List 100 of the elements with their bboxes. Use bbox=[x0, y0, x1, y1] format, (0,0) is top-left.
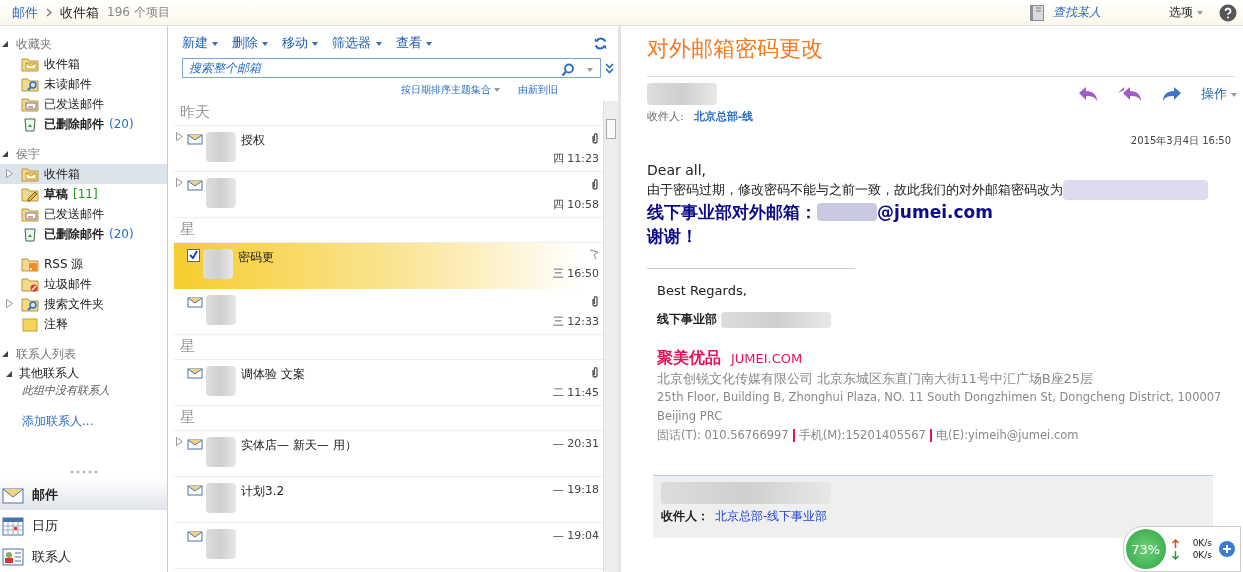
folder-item[interactable]: 注释 bbox=[0, 314, 167, 334]
actions-menu[interactable]: 操作 bbox=[1200, 85, 1237, 103]
group-title: 联系人列表 bbox=[16, 345, 76, 363]
message-row[interactable]: 计划3.2 — 19:18 bbox=[174, 477, 603, 523]
search-icon[interactable] bbox=[561, 63, 575, 77]
recipient-link[interactable]: 北京总部-线下事业部 bbox=[715, 508, 828, 525]
refresh-icon[interactable] bbox=[593, 35, 608, 51]
expand-icon[interactable] bbox=[176, 437, 183, 446]
redacted-block bbox=[206, 483, 236, 513]
brand-name: 聚美优品 bbox=[657, 348, 721, 369]
folder-item[interactable]: 未读邮件 bbox=[0, 74, 167, 94]
sort-order-link[interactable]: 由新到旧 bbox=[518, 83, 558, 97]
recipient-link[interactable]: 北京总部-线 bbox=[693, 109, 754, 124]
folder-item[interactable]: 搜索文件夹 bbox=[0, 294, 167, 314]
search-folder-icon bbox=[21, 296, 39, 312]
folder-label: 已发送邮件 bbox=[44, 95, 104, 113]
search-field[interactable]: 搜索整个邮箱 bbox=[182, 58, 601, 78]
toolbar-menu[interactable]: 新建 bbox=[182, 34, 219, 52]
collapse-icon[interactable] bbox=[2, 351, 8, 357]
toolbar-menu[interactable]: 筛选器 bbox=[332, 34, 382, 52]
mailbox-label: 线下事业部对外邮箱： bbox=[647, 201, 817, 224]
folder-label: 未读邮件 bbox=[44, 75, 92, 93]
redacted-block bbox=[206, 178, 236, 208]
recipient-label: 收件人： bbox=[661, 508, 709, 525]
item-count: 196 个项目 bbox=[107, 4, 170, 21]
toolbar-menu[interactable]: 移动 bbox=[282, 34, 319, 52]
contact-info: 手机(M):15201405567 bbox=[798, 427, 926, 444]
folder-item[interactable]: 收件箱 bbox=[0, 164, 167, 184]
expand-icon[interactable] bbox=[176, 178, 183, 187]
double-chevron-icon[interactable] bbox=[605, 62, 614, 74]
message-row[interactable]: 四 10:58 bbox=[174, 172, 603, 218]
chevron-icon bbox=[46, 8, 52, 17]
breadcrumb-link[interactable]: 邮件 bbox=[12, 3, 38, 22]
add-contact-link[interactable]: 添加联系人... bbox=[0, 413, 167, 430]
message-row[interactable]: 实体店— 新天— 用） — 20:31 bbox=[174, 431, 603, 477]
envelope-icon bbox=[187, 483, 203, 496]
folder-item[interactable]: 已删除邮件 (20) bbox=[0, 224, 167, 244]
message-row[interactable]: 调体验 文案 二 11:45 bbox=[174, 360, 603, 406]
toolbar-menu[interactable]: 查看 bbox=[395, 34, 432, 52]
search-folder-icon bbox=[21, 76, 39, 92]
contact-info: 电(E):yimeih@jumei.com bbox=[935, 427, 1079, 444]
network-monitor-widget[interactable]: 73% 0K/s 0K/s bbox=[1122, 526, 1241, 572]
folder-label: 注释 bbox=[44, 315, 68, 333]
paperclip-icon bbox=[591, 366, 599, 379]
unread-count: [11] bbox=[73, 187, 98, 201]
collapse-icon[interactable] bbox=[6, 370, 12, 377]
folder-label: 已删除邮件 bbox=[44, 225, 104, 243]
message-time: — 19:04 bbox=[552, 529, 599, 542]
module-tab[interactable]: 邮件 bbox=[0, 479, 167, 510]
collapse-icon[interactable] bbox=[2, 41, 8, 47]
brand-domain: JUMEI.COM bbox=[731, 351, 803, 366]
redacted-block bbox=[206, 132, 236, 162]
message-row[interactable]: 授权 四 11:23 bbox=[174, 126, 603, 172]
message-row[interactable]: 三 12:33 bbox=[174, 289, 603, 335]
contact-info: 固话(T): 010.56766997 bbox=[657, 427, 789, 444]
inbox-folder-icon bbox=[21, 166, 39, 182]
folder-label: 收件箱 bbox=[44, 55, 80, 73]
collapse-icon[interactable] bbox=[2, 151, 8, 157]
help-icon[interactable] bbox=[1219, 3, 1237, 22]
module-tab[interactable]: 日历 bbox=[0, 510, 167, 541]
folder-item[interactable]: 已发送邮件 bbox=[0, 94, 167, 114]
plus-icon[interactable] bbox=[1218, 540, 1236, 558]
envelope-icon bbox=[187, 366, 203, 379]
folder-item[interactable]: 已删除邮件 (20) bbox=[0, 114, 167, 134]
paperclip-icon bbox=[591, 295, 599, 308]
checked-checkbox-icon[interactable] bbox=[187, 249, 200, 262]
address-book-icon[interactable] bbox=[1029, 3, 1046, 22]
redacted-block bbox=[647, 83, 717, 105]
folder-item[interactable]: 已发送邮件 bbox=[0, 204, 167, 224]
message-title: 对外邮箱密码更改 bbox=[647, 34, 1235, 77]
expand-icon[interactable] bbox=[6, 298, 13, 308]
recipient-label: 收件人: bbox=[647, 109, 684, 124]
find-someone-link[interactable]: 查找某人 bbox=[1053, 4, 1102, 21]
message-time: 四 10:58 bbox=[552, 197, 599, 212]
message-subject: 授权 bbox=[241, 132, 265, 149]
options-menu[interactable]: 选项 bbox=[1169, 4, 1203, 21]
expand-icon[interactable] bbox=[6, 168, 13, 178]
redacted-block bbox=[203, 249, 233, 279]
folder-item[interactable]: 草稿 [11] bbox=[0, 184, 167, 204]
message-row[interactable]: — 19:04 bbox=[174, 523, 603, 569]
download-arrow-icon bbox=[1171, 550, 1179, 560]
message-subject: 调体验 文案 bbox=[241, 366, 305, 383]
scrollbar[interactable] bbox=[603, 101, 618, 572]
sort-menu[interactable]: 按日期排序主题集合 bbox=[400, 83, 500, 97]
resize-handle[interactable] bbox=[68, 470, 99, 474]
forward-icon[interactable] bbox=[1160, 86, 1183, 102]
module-tab[interactable]: 联系人 bbox=[0, 541, 167, 572]
empty-group-note: 此组中没有联系人 bbox=[21, 383, 111, 399]
message-subject: 计划3.2 bbox=[241, 483, 285, 500]
folder-item[interactable]: 垃圾邮件 bbox=[0, 274, 167, 294]
envelope-icon bbox=[187, 437, 203, 450]
folder-item[interactable]: RSS 源 bbox=[0, 254, 167, 274]
recycle-bin-icon bbox=[21, 226, 39, 242]
dropdown-caret-icon[interactable] bbox=[587, 68, 593, 72]
folder-item[interactable]: 收件箱 bbox=[0, 54, 167, 74]
expand-icon[interactable] bbox=[176, 132, 183, 141]
toolbar-menu[interactable]: 删除 bbox=[232, 34, 269, 52]
folder-title: 收件箱 bbox=[60, 3, 99, 22]
unread-count: (20) bbox=[109, 227, 134, 241]
sent-date: 2015年3月4日 16:50 bbox=[1129, 134, 1232, 148]
